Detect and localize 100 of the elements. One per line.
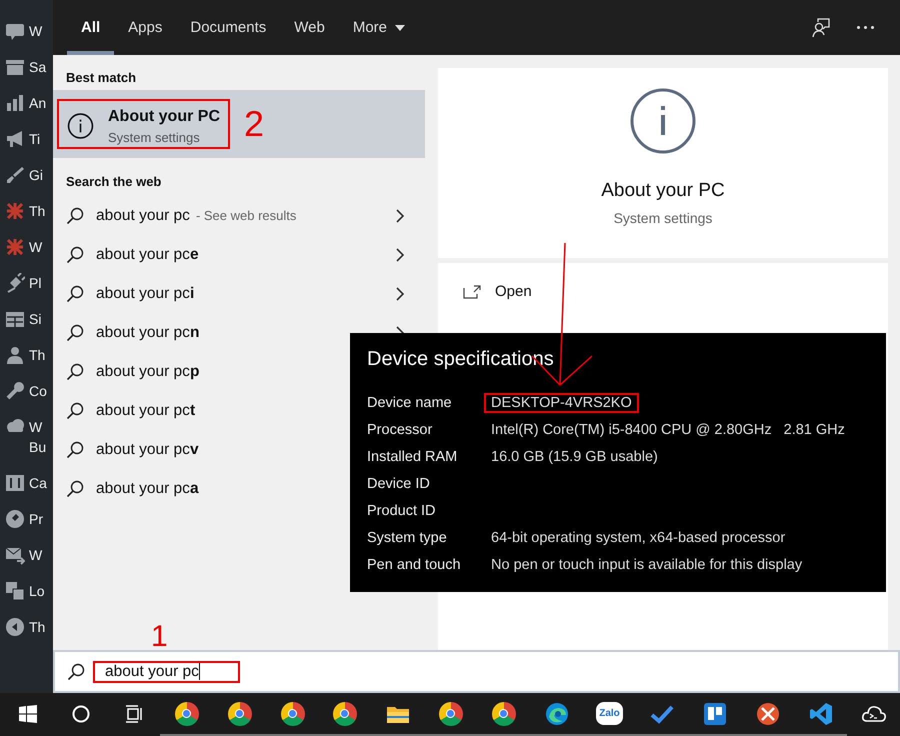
spec-value: No pen or touch input is available for this display [491, 556, 802, 572]
spec-label: Installed RAM [367, 448, 458, 464]
menu-label[interactable]: Gi [29, 165, 43, 185]
suggestion-link[interactable]: about your pca [96, 480, 199, 498]
text-cursor [198, 663, 200, 680]
cross-icon [5, 201, 25, 221]
menu-label[interactable]: W [29, 545, 42, 565]
search-icon [67, 662, 85, 680]
code-editor-icon[interactable] [808, 702, 833, 726]
back-icon [5, 617, 25, 637]
search-icon [66, 362, 84, 380]
search-icon [66, 402, 84, 420]
suggestion-link[interactable]: about your pce [96, 246, 199, 264]
suggestion-link[interactable]: about your pc [96, 206, 190, 224]
menu-label[interactable]: W [29, 21, 42, 41]
spec-value: DESKTOP-4VRS2KO [484, 392, 639, 412]
wave-logo-icon[interactable] [544, 702, 569, 726]
cross-icon [5, 237, 25, 257]
plug-icon [5, 273, 25, 293]
menu-label[interactable]: W [29, 237, 42, 257]
browser-icon[interactable] [228, 702, 252, 726]
filter-tab[interactable]: Apps [114, 0, 176, 55]
info-icon [630, 88, 696, 154]
menu-label[interactable]: Ca [29, 473, 47, 493]
menu-label[interactable]: Ti [29, 129, 40, 149]
brush-icon [5, 165, 25, 185]
person-icon [5, 345, 25, 365]
spec-value: 64-bit operating system, x64-based processor [491, 530, 786, 546]
best-match-result[interactable]: About your PC System settings 2 [53, 90, 425, 158]
browser-icon[interactable] [492, 702, 516, 726]
section-heading: Best match [65, 69, 138, 87]
circle-icon[interactable] [71, 704, 92, 724]
archive-icon [5, 57, 25, 77]
menu-label[interactable]: Si [29, 309, 42, 329]
filter-tab[interactable]: More [338, 0, 420, 55]
menu-label[interactable]: Th [29, 201, 46, 221]
suggestion-link[interactable]: about your pct [96, 402, 196, 420]
menu-label[interactable]: An [29, 93, 46, 113]
browser-icon[interactable] [333, 702, 358, 726]
search-icon [66, 246, 84, 264]
annotation-number: 2 [244, 106, 264, 142]
result-subtitle: System settings [108, 130, 201, 144]
open-action[interactable]: Open [463, 283, 532, 300]
spec-value: Intel(R) Core(TM) i5-8400 CPU @ 2.80GHz [491, 422, 772, 438]
suggestion-link[interactable]: about your pcn [96, 324, 200, 342]
suggestion-link[interactable]: about your pcv [96, 440, 199, 458]
spec-value: 2.81 GHz [784, 422, 845, 438]
tag-icon [5, 509, 25, 529]
mail-icon [5, 545, 25, 565]
filter-tab[interactable]: Web [280, 0, 339, 55]
search-icon [66, 440, 84, 458]
menu-label[interactable]: Pl [29, 273, 42, 293]
spec-label: System type [367, 530, 448, 546]
browser-icon[interactable] [174, 702, 199, 726]
menu-label[interactable]: Pr [29, 509, 43, 529]
search-field[interactable]: about your pc [93, 660, 240, 682]
remote-desktop-icon[interactable] [756, 702, 780, 726]
suggestion-link[interactable]: about your pci [96, 284, 194, 302]
spec-label: Device name [367, 394, 453, 410]
menu-label[interactable]: Lo [29, 581, 45, 601]
wrench-icon [5, 381, 25, 401]
menu-label[interactable]: Bu [29, 437, 46, 457]
menu-label[interactable]: Th [29, 345, 46, 365]
menu-label[interactable]: Co [29, 381, 47, 401]
windows-icon[interactable] [18, 704, 38, 724]
sliders-icon [5, 473, 25, 493]
browser-icon[interactable] [439, 702, 464, 726]
annotation-number: 1 [151, 622, 168, 652]
translate-icon [5, 581, 25, 601]
board-icon[interactable] [704, 702, 726, 724]
more-options-icon[interactable] [857, 26, 874, 29]
spec-label: Device ID [367, 476, 431, 492]
chat-app-icon[interactable]: Zalo [596, 702, 623, 725]
chevron-icon[interactable] [395, 248, 405, 262]
menu-label[interactable]: W [29, 417, 46, 437]
menu-label[interactable]: Th [29, 617, 46, 637]
menu-label[interactable]: Sa [29, 57, 46, 77]
spec-label: Pen and touch [367, 556, 462, 572]
search-icon [66, 324, 84, 342]
browser-icon[interactable] [280, 702, 305, 726]
chevron-icon[interactable] [395, 208, 405, 222]
filter-tab[interactable]: Documents [176, 0, 280, 55]
spec-label: Product ID [367, 502, 436, 518]
table-icon [5, 309, 25, 329]
open-window-icon [463, 284, 481, 298]
suggestion-hint: - See web results [196, 208, 296, 223]
megaphone-icon [5, 129, 25, 149]
bar-chart-icon [5, 93, 25, 113]
feedback-icon[interactable] [811, 18, 831, 38]
preview-subtitle: System settings [614, 210, 712, 226]
panel-title: Device specifications [367, 348, 555, 371]
section-heading: Search the web [65, 172, 162, 190]
search-icon [66, 284, 84, 302]
suggestion-link[interactable]: about your pcp [96, 362, 200, 380]
task-view-icon[interactable] [124, 704, 144, 724]
search-icon [66, 206, 84, 224]
search-icon [66, 480, 84, 498]
chevron-icon[interactable] [395, 286, 405, 300]
speech-bubble-icon [5, 21, 25, 41]
preview-title: About your PC [601, 180, 725, 202]
